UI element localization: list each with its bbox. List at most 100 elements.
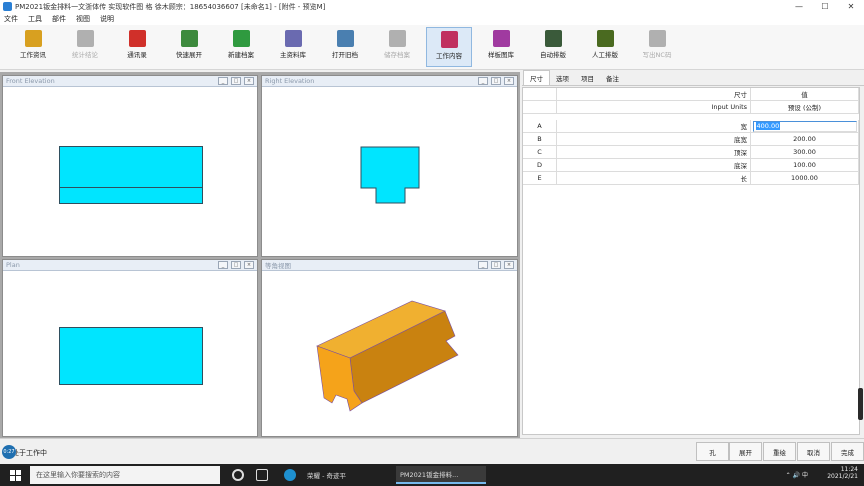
pane-close-button[interactable]: × bbox=[504, 77, 514, 85]
taskbar-app-game[interactable]: 荣耀 - 奇迹平 bbox=[303, 466, 391, 484]
pane-minimize-button[interactable]: _ bbox=[478, 77, 488, 85]
pane-minimize-button[interactable]: _ bbox=[218, 77, 228, 85]
dimension-row[interactable]: B 底宽 200.00 bbox=[523, 133, 859, 146]
database-icon bbox=[284, 30, 302, 47]
taskbar: 在这里输入你要搜索的内容 荣耀 - 奇迹平 PM2021钣金排料... ⌃ 🔊 … bbox=[0, 464, 864, 486]
start-windows-icon[interactable] bbox=[10, 470, 21, 481]
cancel-button[interactable]: 取消 bbox=[797, 442, 830, 461]
dimension-value[interactable]: 300.00 bbox=[751, 146, 859, 159]
dimension-row[interactable]: D 底深 100.00 bbox=[523, 159, 859, 172]
units-label: Input Units bbox=[557, 101, 751, 114]
task-view-icon[interactable] bbox=[256, 469, 268, 481]
toolbar-button-label: 通讯录 bbox=[127, 51, 147, 59]
toolbar-button-0[interactable]: 工作资讯 bbox=[10, 27, 56, 67]
minimize-button[interactable]: — bbox=[786, 2, 812, 11]
properties-panel: 尺寸 选项 项目 备注 尺寸 值 Input Units 预设 (公制) A宽4… bbox=[522, 70, 864, 438]
unfold-button[interactable]: 展开 bbox=[729, 442, 762, 461]
redraw-button[interactable]: 重绘 bbox=[763, 442, 796, 461]
dimension-value[interactable]: 100.00 bbox=[751, 159, 859, 172]
edge-browser-icon[interactable] bbox=[284, 469, 296, 481]
dimension-row[interactable]: A 宽 400.00 bbox=[523, 120, 859, 133]
menu-tools[interactable]: 工具 bbox=[28, 14, 42, 24]
tab-dimensions[interactable]: 尺寸 bbox=[523, 70, 550, 85]
plan-profile-shape bbox=[59, 327, 203, 385]
toolbar-button-10[interactable]: 自动排版 bbox=[530, 27, 576, 67]
toolbar-button-label: 统计结论 bbox=[72, 51, 98, 59]
dimension-value[interactable]: 1000.00 bbox=[751, 172, 859, 185]
isometric-model-svg bbox=[316, 300, 459, 412]
new-file-icon bbox=[232, 30, 250, 47]
toolbar-button-5[interactable]: 主资料库 bbox=[270, 27, 316, 67]
dimension-value[interactable]: 200.00 bbox=[751, 133, 859, 146]
toolbar-button-7[interactable]: 储存档案 bbox=[374, 27, 420, 67]
right-elevation-pane[interactable]: Right Elevation _ □ × bbox=[261, 75, 518, 257]
value-edit-field[interactable]: 400.00 bbox=[752, 120, 857, 132]
toolbar-button-4[interactable]: 新建档案 bbox=[218, 27, 264, 67]
system-tray: ⌃ 🔊 中 11:24 2021/2/21 bbox=[786, 466, 858, 480]
toolbar-button-6[interactable]: 打开旧档 bbox=[322, 27, 368, 67]
close-button[interactable]: ✕ bbox=[838, 2, 864, 11]
menu-parts[interactable]: 部件 bbox=[52, 14, 66, 24]
tab-notes[interactable]: 备注 bbox=[600, 71, 625, 85]
properties-tabs: 尺寸 选项 项目 备注 bbox=[522, 70, 864, 86]
finish-button[interactable]: 完成 bbox=[831, 442, 864, 461]
front-profile-shape bbox=[59, 146, 203, 204]
front-profile-edge bbox=[59, 187, 203, 188]
dimension-key: E bbox=[523, 172, 557, 185]
library-icon bbox=[492, 30, 510, 47]
dimension-value-editor[interactable]: 400.00 bbox=[751, 120, 859, 133]
grid-header-row: 尺寸 值 bbox=[523, 88, 859, 101]
pane-maximize-button[interactable]: □ bbox=[491, 261, 501, 269]
t-profile-shape bbox=[360, 146, 420, 204]
plan-pane[interactable]: Plan _ □ × bbox=[2, 259, 258, 437]
pane-close-button[interactable]: × bbox=[244, 77, 254, 85]
tab-project[interactable]: 项目 bbox=[575, 71, 600, 85]
plan-title: Plan bbox=[6, 261, 20, 269]
contacts-icon bbox=[128, 30, 146, 47]
dimension-row[interactable]: C 顶深 300.00 bbox=[523, 146, 859, 159]
toolbar-button-9[interactable]: 样板图库 bbox=[478, 27, 524, 67]
dimension-name: 长 bbox=[557, 172, 751, 185]
maximize-button[interactable]: ☐ bbox=[812, 2, 838, 11]
pane-maximize-button[interactable]: □ bbox=[491, 77, 501, 85]
scroll-handle[interactable] bbox=[858, 388, 863, 420]
toolbar-button-3[interactable]: 快速展开 bbox=[166, 27, 212, 67]
grid-icon bbox=[440, 31, 458, 48]
right-profile-svg bbox=[360, 146, 420, 204]
menu-bar: 文件 工具 部件 视图 说明 bbox=[0, 13, 864, 25]
pane-maximize-button[interactable]: □ bbox=[231, 77, 241, 85]
toolbar-button-label: 主资料库 bbox=[280, 51, 306, 59]
toolbar-button-11[interactable]: 人工排版 bbox=[582, 27, 628, 67]
main-toolbar: 工作资讯 统计结论 通讯录 快速展开 新建档案 主资料库 打开旧档 储存档案 工作内容 样板图库 自… bbox=[0, 25, 864, 70]
cortana-icon[interactable] bbox=[232, 469, 244, 481]
menu-view[interactable]: 视图 bbox=[76, 14, 90, 24]
toolbar-button-12[interactable]: 写出NC码 bbox=[634, 27, 680, 67]
toolbar-button-label: 写出NC码 bbox=[642, 51, 672, 59]
manual-nest-icon bbox=[596, 30, 614, 47]
hole-button[interactable]: 孔 bbox=[696, 442, 729, 461]
tab-options[interactable]: 选项 bbox=[550, 71, 575, 85]
isometric-pane[interactable]: 等角视图 _ □ × bbox=[261, 259, 518, 437]
dimension-grid: 尺寸 值 Input Units 预设 (公制) A 宽 400.00 B 底宽 200.… bbox=[522, 87, 860, 435]
menu-file[interactable]: 文件 bbox=[4, 14, 18, 24]
pane-minimize-button[interactable]: _ bbox=[218, 261, 228, 269]
pane-close-button[interactable]: × bbox=[244, 261, 254, 269]
clock-time[interactable]: 11:24 bbox=[827, 466, 858, 473]
toolbar-button-8[interactable]: 工作内容 bbox=[426, 27, 472, 67]
taskbar-app-pm2021[interactable]: PM2021钣金排料... bbox=[396, 466, 486, 484]
dimension-name: 顶深 bbox=[557, 146, 751, 159]
front-elevation-pane[interactable]: Front Elevation _ □ × bbox=[2, 75, 258, 257]
toolbar-button-1[interactable]: 统计结论 bbox=[62, 27, 108, 67]
pane-minimize-button[interactable]: _ bbox=[478, 261, 488, 269]
pane-maximize-button[interactable]: □ bbox=[231, 261, 241, 269]
dimension-key: A bbox=[523, 120, 557, 133]
toolbar-button-2[interactable]: 通讯录 bbox=[114, 27, 160, 67]
taskbar-search-input[interactable]: 在这里输入你要搜索的内容 bbox=[30, 466, 220, 484]
pane-close-button[interactable]: × bbox=[504, 261, 514, 269]
menu-help[interactable]: 说明 bbox=[100, 14, 114, 24]
dimension-row[interactable]: E 长 1000.00 bbox=[523, 172, 859, 185]
tray-icons[interactable]: ⌃ 🔊 中 bbox=[786, 470, 808, 479]
front-elevation-title: Front Elevation bbox=[6, 77, 55, 85]
units-value[interactable]: 预设 (公制) bbox=[751, 101, 859, 114]
clock-date: 2021/2/21 bbox=[827, 473, 858, 480]
